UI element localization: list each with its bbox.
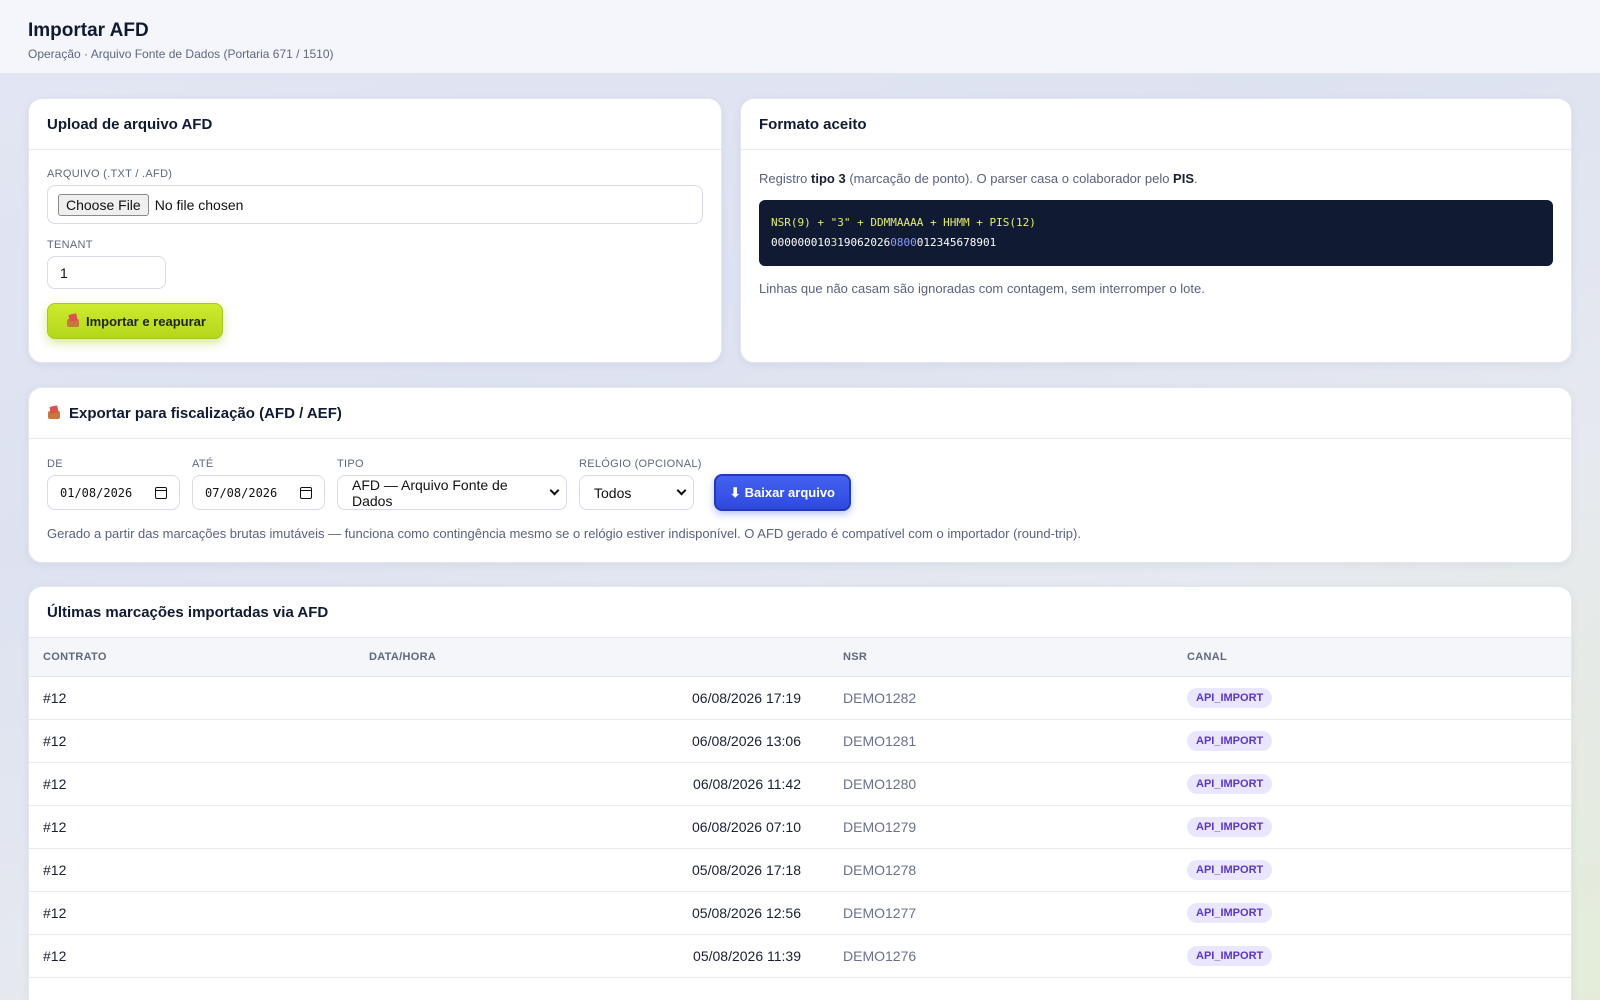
channel-badge: API_IMPORT: [1187, 902, 1273, 923]
cell-channel: API_IMPORT: [1173, 891, 1571, 935]
table-body: #12 06/08/2026 17:19 DEMO1282 API_IMPORT #12…: [29, 676, 1571, 978]
upload-card-title: Upload de arquivo AFD: [29, 99, 721, 150]
cell-contract: #12: [29, 891, 355, 935]
table-row[interactable]: #12 05/08/2026 11:39 DEMO1276 API_IMPORT: [29, 934, 1571, 978]
chevron-down-icon: [676, 485, 687, 496]
cell-contract: #12: [29, 848, 355, 892]
col-channel: CANAL: [1173, 638, 1571, 677]
export-card-title: Exportar para fiscalização (AFD / AEF): [69, 404, 342, 422]
cell-datetime: 06/08/2026 11:42: [355, 762, 829, 806]
cell-contract: #12: [29, 676, 355, 720]
format-intro: Registro tipo 3 (marcação de ponto). O p…: [759, 171, 1198, 186]
cell-datetime: 06/08/2026 13:06: [355, 719, 829, 763]
table-row[interactable]: #12 05/08/2026 12:56 DEMO1277 API_IMPORT: [29, 891, 1571, 935]
format-card-title: Formato aceito: [741, 99, 1571, 150]
cell-contract: #12: [29, 762, 355, 806]
channel-badge: API_IMPORT: [1187, 730, 1273, 751]
cell-channel: API_IMPORT: [1173, 805, 1571, 849]
format-card: Formato aceito Registro tipo 3 (marcação…: [740, 98, 1572, 363]
download-icon: ⬇: [729, 484, 741, 500]
cell-nsr: DEMO1280: [829, 762, 1173, 806]
type-label: TIPO: [337, 458, 364, 470]
channel-badge: API_IMPORT: [1187, 859, 1273, 880]
export-card-header: Exportar para fiscalização (AFD / AEF): [29, 388, 1571, 439]
cell-nsr: DEMO1276: [829, 934, 1173, 978]
table-header-row: CONTRATO DATA/HORA NSR CANAL: [29, 638, 1571, 677]
from-label: DE: [47, 458, 63, 470]
upload-card: Upload de arquivo AFD ARQUIVO (.TXT / .A…: [28, 98, 722, 363]
to-label: ATÉ: [192, 458, 214, 470]
download-button-label: Baixar arquivo: [744, 485, 835, 500]
cell-datetime: 05/08/2026 11:39: [355, 934, 829, 978]
export-card: Exportar para fiscalização (AFD / AEF) D…: [28, 387, 1572, 563]
cell-datetime: 05/08/2026 12:56: [355, 891, 829, 935]
type-select[interactable]: AFD — Arquivo Fonte de Dados: [337, 475, 567, 510]
format-note: Linhas que não casam são ignoradas com c…: [759, 281, 1205, 296]
file-label: ARQUIVO (.TXT / .AFD): [47, 168, 173, 180]
format-pattern: NSR(9) + "3" + DDMMAAAA + HHMM + PIS(12): [771, 216, 1036, 229]
cell-channel: API_IMPORT: [1173, 719, 1571, 763]
tenant-input[interactable]: [47, 256, 166, 289]
package-icon: [66, 314, 80, 328]
table-row[interactable]: #12 06/08/2026 11:42 DEMO1280 API_IMPORT: [29, 762, 1571, 806]
export-note: Gerado a partir das marcações brutas imu…: [47, 526, 1081, 541]
calendar-icon[interactable]: [300, 486, 312, 499]
channel-badge: API_IMPORT: [1187, 945, 1273, 966]
table-row[interactable]: #12 06/08/2026 13:06 DEMO1281 API_IMPORT: [29, 719, 1571, 763]
cell-channel: API_IMPORT: [1173, 762, 1571, 806]
cell-nsr: DEMO1277: [829, 891, 1173, 935]
cell-datetime: 06/08/2026 07:10: [355, 805, 829, 849]
table-row[interactable]: #12 06/08/2026 07:10 DEMO1279 API_IMPORT: [29, 805, 1571, 849]
format-sample: 0000000103190620260800012345678901: [771, 236, 997, 249]
cell-nsr: DEMO1279: [829, 805, 1173, 849]
page-title: Importar AFD: [28, 20, 149, 41]
calendar-icon[interactable]: [155, 486, 167, 499]
clock-label: RELÓGIO (OPCIONAL): [579, 458, 702, 470]
download-button[interactable]: ⬇ Baixar arquivo: [713, 474, 851, 511]
import-button-label: Importar e reapurar: [86, 313, 206, 329]
choose-file-button[interactable]: Choose File: [58, 193, 149, 216]
cell-channel: API_IMPORT: [1173, 848, 1571, 892]
page-header: Importar AFD Operação · Arquivo Fonte de…: [0, 0, 1600, 74]
cell-contract: #12: [29, 719, 355, 763]
col-contract: CONTRATO: [29, 638, 355, 677]
recent-card: Últimas marcações importadas via AFD CON…: [28, 586, 1572, 1000]
cell-datetime: 05/08/2026 17:18: [355, 848, 829, 892]
col-nsr: NSR: [829, 638, 1173, 677]
channel-badge: API_IMPORT: [1187, 773, 1273, 794]
package-icon: [47, 406, 61, 420]
cell-channel: API_IMPORT: [1173, 934, 1571, 978]
cell-contract: #12: [29, 934, 355, 978]
col-datetime: DATA/HORA: [355, 638, 829, 677]
table-row[interactable]: #12 06/08/2026 17:19 DEMO1282 API_IMPORT: [29, 676, 1571, 720]
cell-nsr: DEMO1282: [829, 676, 1173, 720]
cell-nsr: DEMO1281: [829, 719, 1173, 763]
from-date-input[interactable]: 01/08/2026: [47, 475, 180, 510]
format-code-block: NSR(9) + "3" + DDMMAAAA + HHMM + PIS(12)…: [759, 200, 1553, 266]
chevron-down-icon: [549, 485, 560, 496]
cell-nsr: DEMO1278: [829, 848, 1173, 892]
recent-card-title: Últimas marcações importadas via AFD: [29, 587, 1571, 638]
channel-badge: API_IMPORT: [1187, 816, 1273, 837]
cell-channel: API_IMPORT: [1173, 676, 1571, 720]
tenant-label: TENANT: [47, 239, 93, 251]
cell-datetime: 06/08/2026 17:19: [355, 676, 829, 720]
table-row[interactable]: #12 05/08/2026 17:18 DEMO1278 API_IMPORT: [29, 848, 1571, 892]
channel-badge: API_IMPORT: [1187, 687, 1273, 708]
cell-contract: #12: [29, 805, 355, 849]
import-button[interactable]: Importar e reapurar: [47, 303, 223, 339]
to-date-input[interactable]: 07/08/2026: [192, 475, 325, 510]
recent-table: CONTRATO DATA/HORA NSR CANAL #12 06/08/20…: [29, 638, 1571, 978]
file-status: No file chosen: [154, 196, 244, 213]
file-input[interactable]: Choose File No file chosen: [47, 185, 703, 224]
page-subtitle: Operação · Arquivo Fonte de Dados (Porta…: [28, 47, 334, 61]
clock-select[interactable]: Todos: [579, 475, 694, 510]
